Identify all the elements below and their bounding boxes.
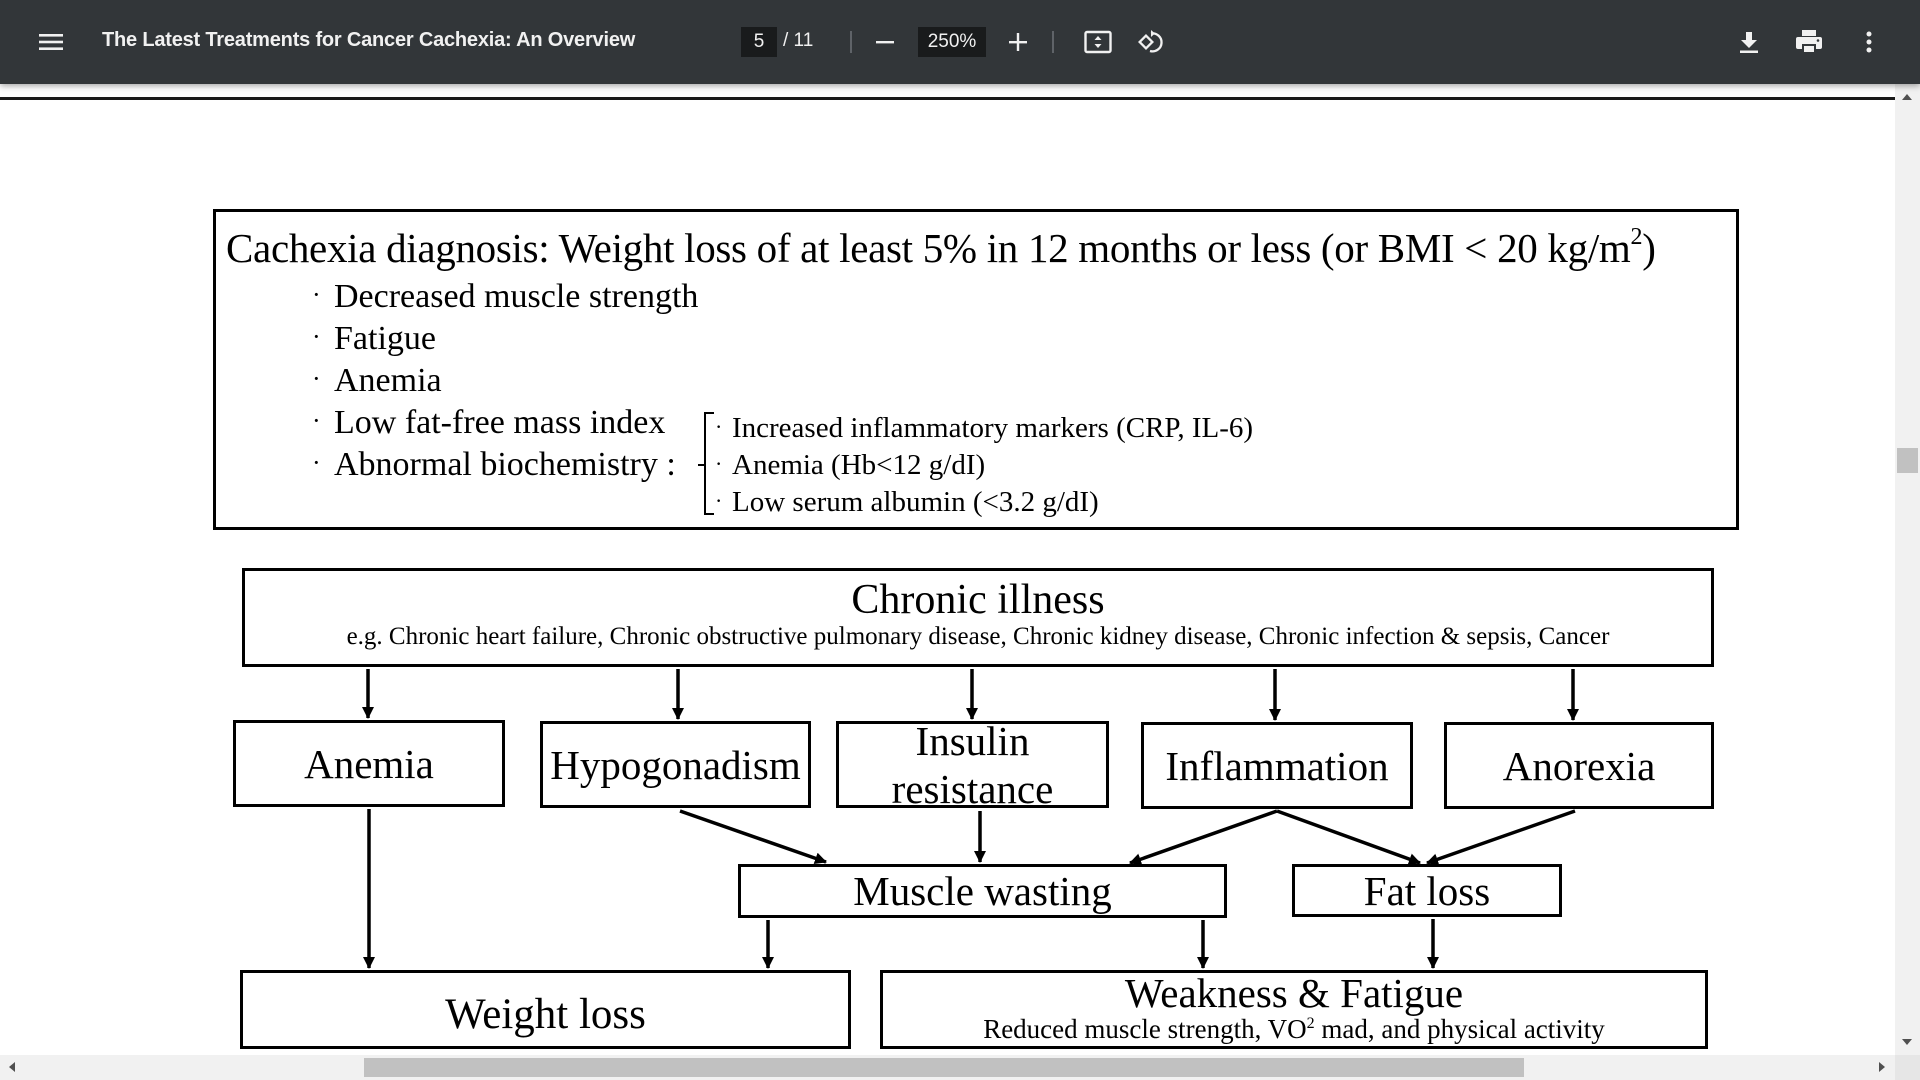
weakness-subtitle: Reduced muscle strength, VO2 mad, and ph… [983,1014,1605,1044]
brace-tick [698,464,706,466]
superscript: 2 [1306,1014,1315,1032]
fit-to-page-button[interactable] [1078,22,1118,62]
zoom-out-button[interactable] [865,22,905,62]
chronic-illness-title: Chronic illness [851,576,1105,623]
diagnosis-heading-text: Cachexia diagnosis: Weight loss of at le… [226,225,1631,271]
criteria-list: · Decreased muscle strength · Fatigue · Ane… [312,274,698,484]
toolbar-divider [1052,31,1054,53]
vertical-scrollbar-thumb[interactable] [1897,448,1918,473]
insulin-resistance-box: Insulin resistance [836,721,1109,808]
pdf-viewer[interactable]: Cachexia diagnosis: Weight loss of at le… [0,84,1895,1055]
horizontal-scrollbar-thumb[interactable] [364,1058,1524,1077]
anemia-label: Anemia [304,740,434,787]
arrow-inflammation-to-muscle [1129,809,1278,865]
inflammation-label: Inflammation [1165,742,1389,789]
criteria-item-text: Decreased muscle strength [334,278,699,315]
chronic-illness-examples: e.g. Chronic heart failure, Chronic obst… [346,622,1610,650]
sub-item-text: Low serum albumin (<3.2 g/dI) [732,486,1099,518]
more-vertical-icon [1865,30,1873,54]
rotate-counterclockwise-icon [1137,28,1165,56]
cachexia-diagnosis-box: Cachexia diagnosis: Weight loss of at le… [213,209,1739,530]
arrow-anorexia-to-fat [1426,809,1576,866]
insulin-label-line1: Insulin [915,721,1030,764]
criteria-item: · Low fat-free mass index [312,400,698,442]
arrow-hypogonadism-to-muscle [679,809,827,865]
anorexia-label: Anorexia [1502,742,1656,789]
criteria-item-text: Low fat-free mass index [334,404,666,441]
download-icon [1738,30,1760,54]
muscle-wasting-box: Muscle wasting [738,864,1227,918]
weakness-sub-text: Reduced muscle strength, VO [983,1013,1307,1044]
hamburger-menu-icon [39,32,63,52]
zoom-level-input[interactable]: 250% [918,27,986,57]
diagnosis-heading: Cachexia diagnosis: Weight loss of at le… [226,224,1656,272]
zoom-in-button[interactable] [998,22,1038,62]
weight-loss-label: Weight loss [445,991,646,1038]
criteria-item: · Anemia [312,358,698,400]
scroll-right-arrow-icon[interactable] [1879,1062,1885,1072]
menu-button[interactable] [31,22,71,62]
weakness-sub-text-end: mad, and physical activity [1314,1013,1605,1044]
inflammation-box: Inflammation [1141,722,1413,809]
bullet: · [312,364,321,393]
bullet: · [312,448,321,477]
page-total: / 11 [783,30,814,51]
criteria-item-text: Fatigue [334,320,436,357]
chronic-illness-box: Chronic illness e.g. Chronic heart failu… [242,568,1714,667]
horizontal-scrollbar[interactable] [0,1055,1895,1080]
download-button[interactable] [1729,22,1769,62]
criteria-item: · Abnormal biochemistry : [312,442,698,484]
criteria-item-text: Anemia [334,362,442,399]
print-button[interactable] [1789,22,1829,62]
arrow-inflammation-to-fat [1276,809,1421,865]
sub-item: · Low serum albumin (<3.2 g/dI) [715,482,1253,519]
fit-to-page-icon [1084,30,1112,54]
biochemistry-sublist: · Increased inflammatory markers (CRP, IL… [715,408,1253,519]
plus-icon [1008,32,1028,52]
diagnosis-heading-end: ) [1642,225,1656,271]
superscript: 2 [1630,224,1643,250]
scroll-down-arrow-icon[interactable] [1902,1039,1912,1045]
sub-item-text: Increased inflammatory markers (CRP, IL-… [732,412,1254,444]
page-number-input[interactable]: 5 [741,27,777,57]
document-title: The Latest Treatments for Cancer Cachexi… [102,29,636,51]
fat-loss-box: Fat loss [1292,864,1562,917]
hypogonadism-box: Hypogonadism [540,721,811,808]
page-border [0,97,1895,100]
rotate-button[interactable] [1131,22,1171,62]
sub-item: · Anemia (Hb<12 g/dI) [715,445,1253,482]
brace-bracket [698,412,714,515]
bullet: · [715,451,723,476]
weakness-fatigue-box: Weakness & Fatigue Reduced muscle streng… [880,970,1708,1049]
criteria-item: · Fatigue [312,316,698,358]
criteria-item: · Decreased muscle strength [312,274,698,316]
anemia-box: Anemia [233,720,505,807]
criteria-item-text: Abnormal biochemistry : [334,446,676,483]
scrollbar-corner [1895,1055,1920,1080]
toolbar-divider [850,31,852,53]
bullet: · [715,488,723,513]
bullet: · [715,414,723,439]
hypogonadism-label: Hypogonadism [550,741,801,788]
insulin-label-line2: resistance [891,765,1054,808]
scroll-left-arrow-icon[interactable] [9,1062,15,1072]
bullet: · [312,280,321,309]
muscle-wasting-label: Muscle wasting [853,868,1112,914]
weakness-title: Weakness & Fatigue [1124,969,1464,1016]
anorexia-box: Anorexia [1444,722,1714,809]
vertical-scrollbar[interactable] [1895,84,1920,1055]
bullet: · [312,406,321,435]
print-icon [1795,29,1823,55]
fat-loss-label: Fat loss [1363,867,1491,914]
weight-loss-box: Weight loss [240,970,851,1049]
minus-icon [875,32,895,52]
sub-item: · Increased inflammatory markers (CRP, IL… [715,408,1253,445]
sub-item-text: Anemia (Hb<12 g/dI) [732,449,986,481]
pdf-toolbar: The Latest Treatments for Cancer Cachexi… [0,0,1920,84]
more-actions-button[interactable] [1849,22,1889,62]
bullet: · [312,322,321,351]
scroll-up-arrow-icon[interactable] [1902,94,1912,100]
